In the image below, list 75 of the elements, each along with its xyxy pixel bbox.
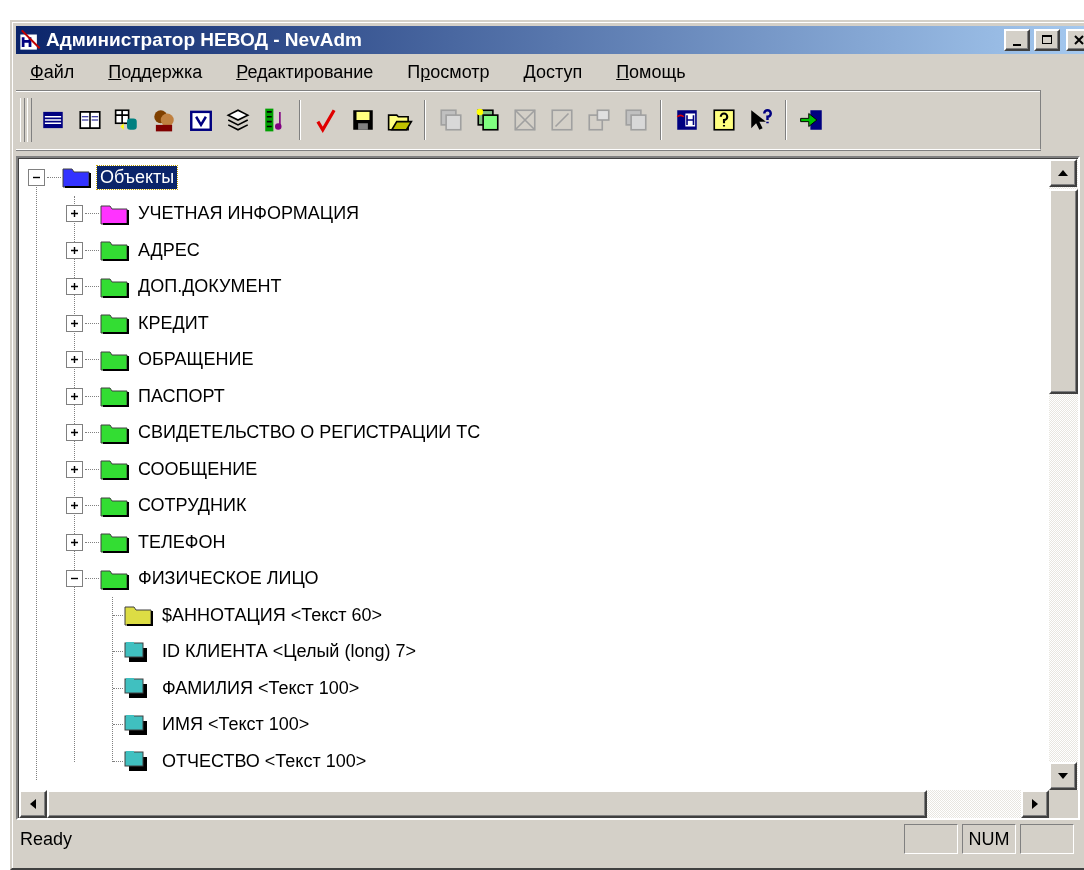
expand-toggle[interactable] [66, 424, 83, 442]
plus-icon [70, 355, 79, 365]
tree-item[interactable]: СОТРУДНИК [135, 494, 250, 518]
scroll-right-button[interactable] [1021, 790, 1049, 818]
left-arrow-icon [30, 799, 36, 809]
copy-icon [622, 107, 649, 133]
expand-toggle[interactable] [66, 497, 83, 515]
tree-item[interactable]: Объекты [97, 165, 178, 189]
tree-item[interactable]: ФАМИЛИЯ <Текст 100> [159, 676, 363, 700]
tree-item[interactable]: ДОП.ДОКУМЕНТ [135, 275, 285, 299]
scroll-up-button[interactable] [1049, 159, 1077, 187]
tree-item[interactable]: КРЕДИТ [135, 311, 212, 335]
tree-item[interactable]: $АННОТАЦИЯ <Текст 60> [159, 603, 386, 627]
plus-icon [70, 501, 79, 511]
status-panel [904, 824, 958, 854]
maximize-button[interactable] [1034, 29, 1060, 51]
status-indicator: NUM [962, 824, 1016, 854]
expand-toggle[interactable] [66, 570, 83, 588]
expand-toggle[interactable] [66, 387, 83, 405]
expand-toggle[interactable] [66, 460, 83, 478]
edit-box-icon [548, 107, 575, 133]
menu-item[interactable]: Поддержка [98, 59, 213, 85]
tree-item[interactable]: ИМЯ <Текст 100> [159, 713, 313, 737]
plus-icon [70, 537, 79, 547]
plus-icon [70, 282, 79, 292]
tree-item[interactable]: АДРЕС [135, 238, 203, 262]
scroll-down-button[interactable] [1049, 762, 1077, 790]
menu-item[interactable]: Файл [20, 59, 85, 85]
table-icon [113, 107, 140, 133]
tree-item[interactable]: УЧЕТНАЯ ИНФОРМАЦИЯ [135, 202, 363, 226]
help-icon [710, 107, 737, 133]
tree-item[interactable]: ТЕЛЕФОН [135, 530, 229, 554]
right-arrow-icon [1032, 799, 1038, 809]
menu-item[interactable]: Помощь [606, 59, 696, 85]
plus-icon [70, 209, 79, 219]
tree-item[interactable]: ID КЛИЕНТА <Целый (long) 7> [159, 640, 419, 664]
close-icon [1073, 34, 1084, 46]
minimize-button[interactable] [1004, 29, 1030, 51]
copy-icon [437, 107, 464, 133]
tree-item[interactable]: ПАСПОРТ [135, 384, 228, 408]
scroll-left-button[interactable] [19, 790, 47, 818]
exit-icon [798, 107, 825, 133]
down-arrow-icon [1058, 773, 1068, 779]
menu-item[interactable]: Просмотр [397, 59, 500, 85]
stack-icon [224, 107, 251, 133]
up-arrow-icon [1058, 170, 1068, 176]
window-title: Администратор НЕВОД - NevAdm [46, 29, 363, 51]
tree-item[interactable]: СВИДЕТЕЛЬСТВО О РЕГИСТРАЦИИ ТС [135, 421, 484, 445]
status-text: Ready [19, 828, 74, 850]
tree-item[interactable]: СООБЩЕНИЕ [135, 457, 261, 481]
tree-item[interactable]: ОТЧЕСТВО <Текст 100> [159, 749, 370, 773]
tree-item[interactable]: ФИЗИЧЕСКОЕ ЛИЦО [135, 567, 322, 591]
expand-toggle[interactable] [28, 168, 45, 186]
cross-box-icon [511, 107, 538, 133]
tree-item[interactable]: ОБРАЩЕНИЕ [135, 348, 257, 372]
status-panel [1020, 824, 1074, 854]
properties-icon [585, 107, 612, 133]
minimize-icon [1013, 43, 1021, 46]
plus-icon [70, 318, 79, 328]
plus-icon [70, 391, 79, 401]
new-item-icon [474, 107, 501, 133]
app-icon [18, 29, 42, 51]
menu-item[interactable]: Редактирование [226, 59, 384, 85]
plus-icon [70, 464, 79, 474]
expand-toggle[interactable] [66, 314, 83, 332]
expand-toggle[interactable] [66, 533, 83, 551]
expand-toggle[interactable] [66, 241, 83, 259]
expand-toggle[interactable] [66, 351, 83, 369]
expand-toggle[interactable] [66, 278, 83, 296]
expand-toggle[interactable] [66, 205, 83, 223]
plus-icon [70, 245, 79, 255]
plus-icon [70, 428, 79, 438]
scroll-thumb[interactable] [1049, 189, 1078, 394]
maximize-icon [1041, 34, 1053, 46]
menu-item[interactable]: Доступ [513, 59, 593, 85]
